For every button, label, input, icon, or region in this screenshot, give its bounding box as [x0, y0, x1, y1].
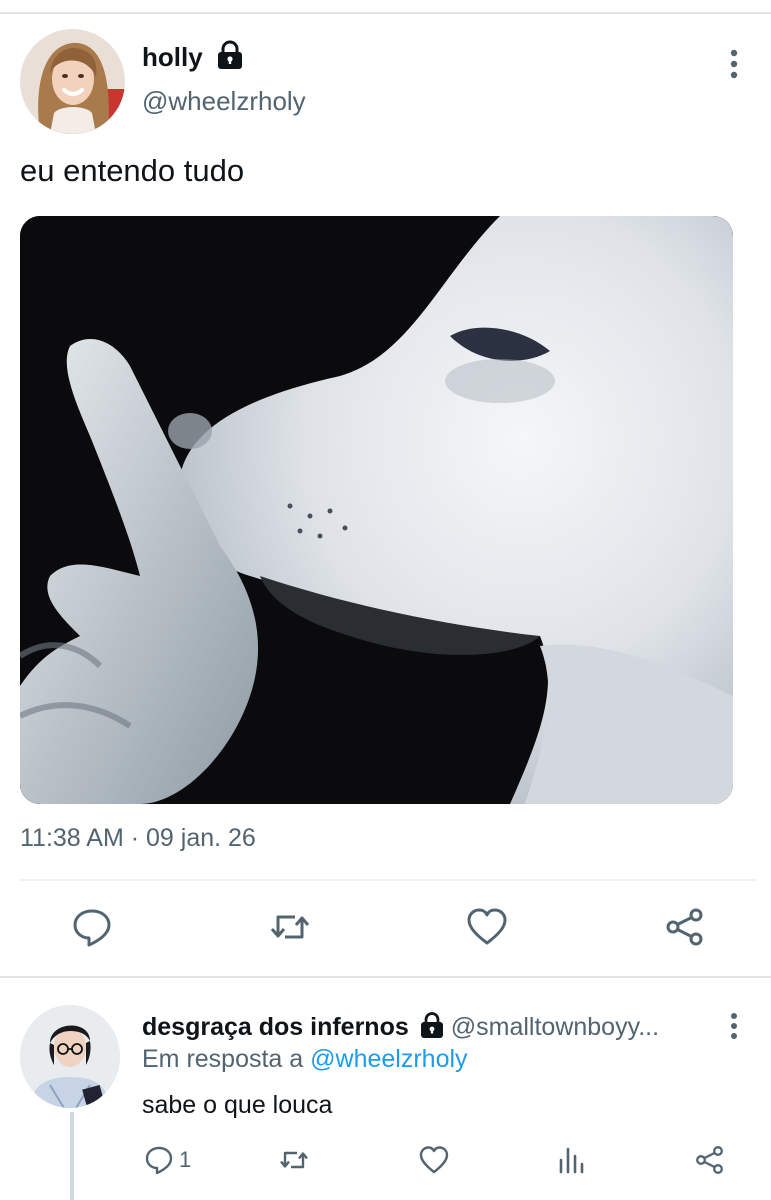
user-handle[interactable]: @wheelzrholy	[142, 86, 306, 117]
top-divider	[0, 12, 771, 14]
analytics-icon	[559, 1147, 584, 1174]
mention-link[interactable]: @wheelzrholy	[310, 1045, 467, 1073]
tweet-date: 09 jan. 26	[146, 824, 256, 852]
lock-icon	[419, 1011, 445, 1039]
thread-line	[70, 1112, 74, 1200]
reply-header: desgraça dos infernos @smalltownboyy...	[142, 1011, 659, 1042]
more-options-icon[interactable]	[722, 1012, 746, 1042]
divider	[20, 879, 757, 881]
reply-like-button[interactable]	[418, 1143, 450, 1177]
share-icon	[696, 1146, 723, 1174]
like-icon	[419, 1146, 449, 1174]
lock-icon	[216, 40, 244, 70]
share-button[interactable]	[663, 905, 707, 949]
display-name[interactable]: holly	[142, 42, 203, 73]
reply-button[interactable]	[70, 905, 114, 949]
timestamp-separator: ·	[130, 824, 140, 852]
reply-analytics-button[interactable]	[556, 1143, 588, 1177]
reply-retweet-button[interactable]	[278, 1143, 310, 1177]
retweet-icon	[280, 1151, 308, 1169]
avatar[interactable]	[20, 29, 125, 134]
reply-display-name[interactable]: desgraça dos infernos	[142, 1013, 409, 1041]
reply-icon	[73, 909, 111, 947]
reply-icon	[145, 1146, 173, 1175]
reply-user-handle[interactable]: @smalltownboyy...	[451, 1013, 659, 1041]
reply-avatar[interactable]	[20, 1005, 120, 1108]
reply-count: 1	[179, 1147, 192, 1172]
tweet-timestamp: 11:38 AM · 09 jan. 26	[20, 824, 256, 853]
tweet-text: eu entendo tudo	[20, 153, 245, 188]
replying-to: Em resposta a @wheelzrholy	[142, 1045, 468, 1074]
reply-text: sabe o que louca	[142, 1091, 333, 1119]
retweet-icon	[270, 915, 310, 939]
share-icon	[666, 908, 703, 946]
retweet-button[interactable]	[268, 905, 312, 949]
reply-reply-button[interactable]: 1	[143, 1143, 191, 1177]
more-options-icon[interactable]	[720, 48, 748, 80]
tweet-media-image[interactable]	[20, 216, 733, 804]
tweet-time: 11:38 AM	[20, 824, 124, 852]
reply-prefix: Em resposta a	[142, 1045, 304, 1073]
reply-share-button[interactable]	[694, 1143, 726, 1177]
like-button[interactable]	[465, 905, 509, 949]
like-icon	[467, 908, 507, 945]
tweet-divider	[0, 976, 771, 978]
